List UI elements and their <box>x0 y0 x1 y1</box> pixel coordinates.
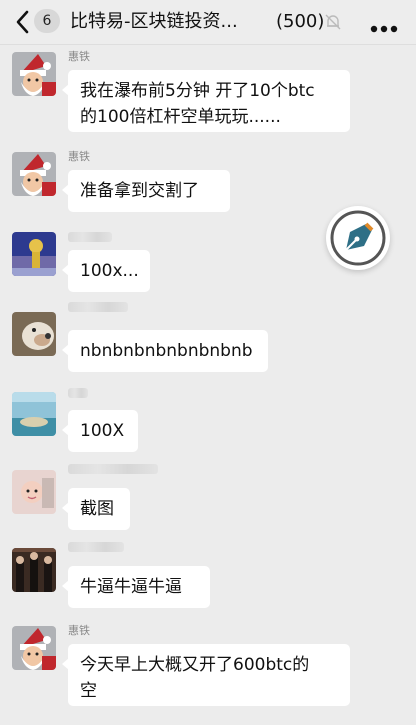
chevron-left-icon <box>16 10 29 34</box>
santa-avatar[interactable] <box>12 152 56 196</box>
user-avatar[interactable] <box>12 392 56 436</box>
chat-header: 6 比特易-区块链投资... (500) <box>0 0 416 45</box>
sender-name: 惠铁 <box>68 624 90 637</box>
message-bubble[interactable]: 我在瀑布前5分钟 开了10个btc 的100倍杠杆空单玩玩...... <box>62 70 350 132</box>
message-bubble[interactable]: 截图 <box>62 488 130 530</box>
sender-name-blurred <box>68 302 128 312</box>
santa-avatar[interactable] <box>12 52 56 96</box>
unread-badge[interactable]: 6 <box>34 9 60 33</box>
user-avatar[interactable] <box>12 470 56 514</box>
message-bubble[interactable]: 今天早上大概又开了600btc的 空 <box>62 644 350 706</box>
more-button[interactable] <box>370 18 398 33</box>
sender-name-blurred <box>68 464 158 474</box>
more-dots-icon <box>370 25 398 33</box>
mute-bell-icon <box>324 13 342 31</box>
chat-title: 比特易-区块链投资... <box>70 11 238 32</box>
sender-name: 惠铁 <box>68 50 90 63</box>
member-count: (500) <box>276 11 325 32</box>
message-bubble[interactable]: 准备拿到交割了 <box>62 170 230 212</box>
sender-name-blurred <box>68 542 124 552</box>
sender-name: 惠铁 <box>68 150 90 163</box>
message-bubble[interactable]: 牛逼牛逼牛逼 <box>62 566 210 608</box>
santa-avatar[interactable] <box>12 626 56 670</box>
user-avatar[interactable] <box>12 312 56 356</box>
user-avatar[interactable] <box>12 232 56 276</box>
message-bubble[interactable]: 100x... <box>62 250 150 292</box>
user-avatar[interactable] <box>12 548 56 592</box>
back-button[interactable] <box>12 8 34 36</box>
message-bubble[interactable]: nbnbnbnbnbnbnbnb <box>62 330 268 372</box>
message-bubble[interactable]: 100X <box>62 410 138 452</box>
sender-name-blurred <box>68 232 112 242</box>
pen-nib-icon <box>330 210 386 266</box>
sender-name-blurred <box>68 388 88 398</box>
floating-pen-button[interactable] <box>326 206 390 270</box>
